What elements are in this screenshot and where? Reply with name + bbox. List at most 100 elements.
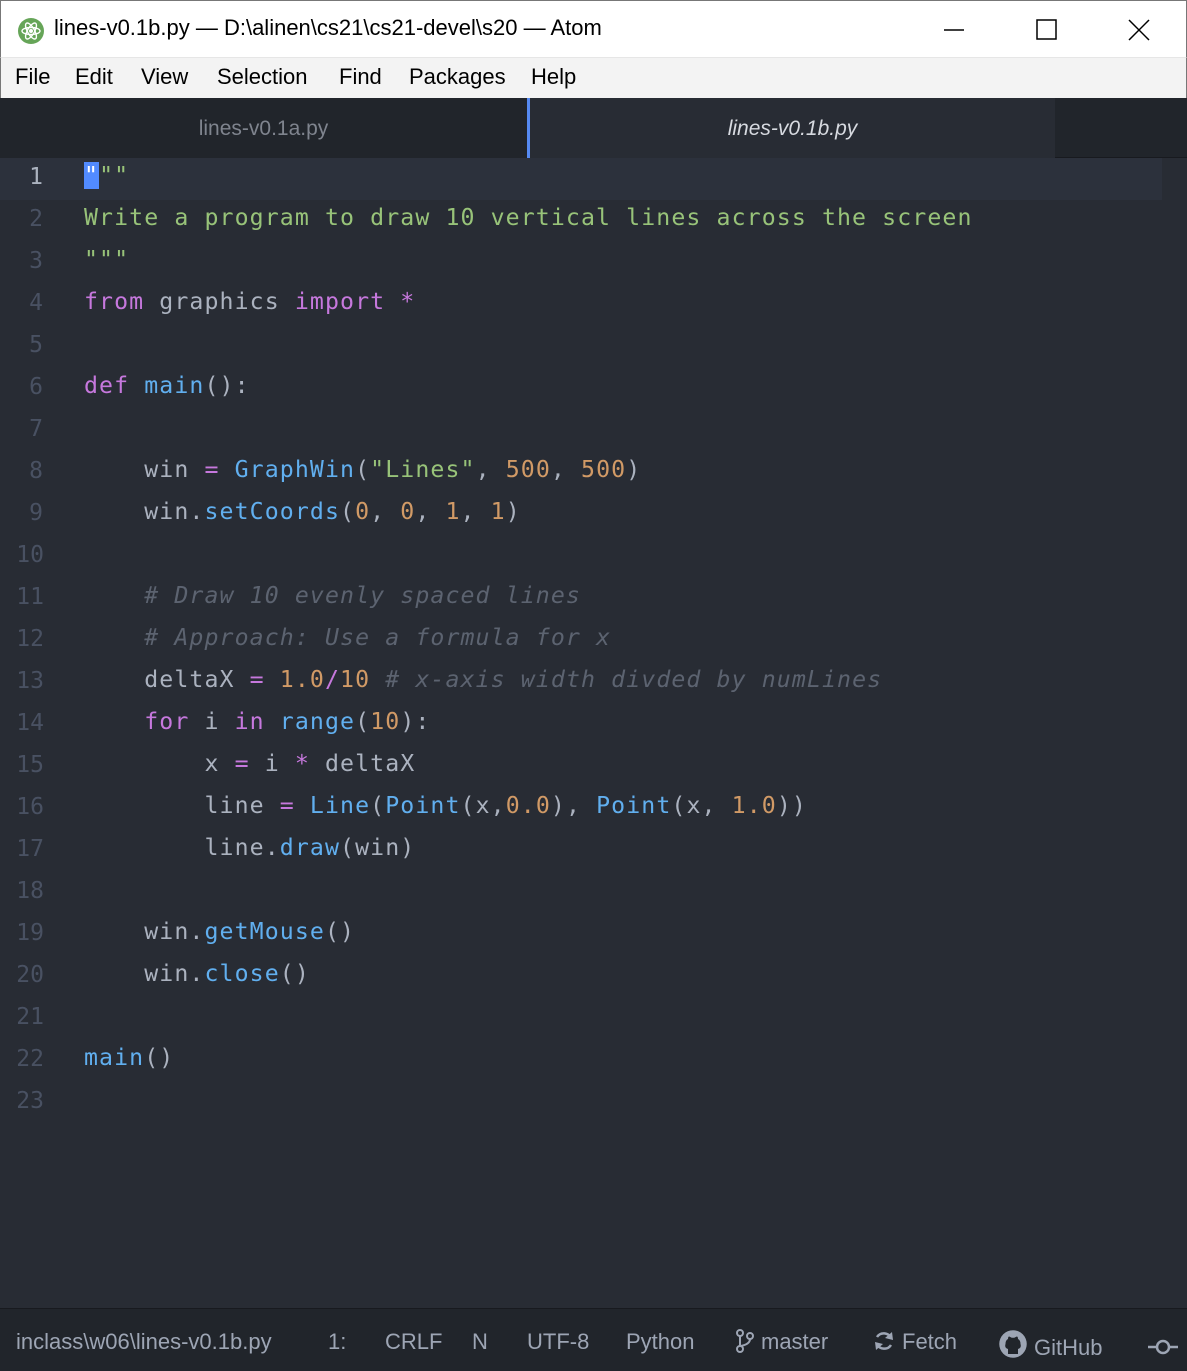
code-number: 10 [370, 708, 401, 735]
code-number: 500 [505, 456, 551, 483]
menu-edit[interactable]: Edit [75, 64, 113, 90]
status-line-ending[interactable]: CRLF [385, 1329, 442, 1355]
menu-help[interactable]: Help [531, 64, 576, 90]
branch-label: master [761, 1329, 829, 1354]
code-punct: ( [340, 498, 356, 525]
editor-scrollbar[interactable] [1162, 158, 1187, 1308]
line-number: 14 [16, 710, 44, 736]
line-number: 16 [16, 794, 44, 820]
status-grammar[interactable]: Python [626, 1329, 695, 1355]
line-number: 18 [16, 878, 44, 904]
window-titlebar: lines-v0.1b.py — D:\alinen\cs21\cs21-dev… [0, 0, 1187, 58]
github-label: GitHub [1034, 1335, 1103, 1360]
code-punct: ( [355, 708, 371, 735]
tab-bar: lines-v0.1a.py lines-v0.1b.py [0, 98, 1187, 158]
code-line-22: main() [84, 1044, 174, 1071]
code-number: 1.0 [279, 666, 325, 693]
sync-icon [875, 1332, 893, 1350]
line-number: 15 [16, 752, 44, 778]
minimize-button[interactable] [909, 1, 1001, 59]
code-text: win. [84, 960, 205, 987]
cursor-line-highlight [0, 158, 1162, 200]
code-punct: ), [550, 792, 597, 819]
code-text: (win) [340, 834, 416, 861]
menu-packages[interactable]: Packages [409, 64, 506, 90]
code-punct: ) [626, 456, 642, 483]
fetch-label: Fetch [902, 1329, 958, 1354]
code-number: 1 [445, 498, 461, 525]
menu-view[interactable]: View [141, 64, 188, 90]
line-number: 11 [16, 584, 44, 610]
code-line-3: """ [84, 246, 130, 273]
code-line-15: x = i * deltaX [84, 750, 415, 777]
line-number: 12 [16, 626, 44, 652]
git-branch-icon [736, 1329, 754, 1353]
code-string: "Lines" [370, 456, 476, 483]
code-line-9: win.setCoords(0, 0, 1, 1) [84, 498, 521, 525]
line-number: 13 [16, 668, 44, 694]
git-commit-icon [1148, 1339, 1178, 1355]
tab-lines-v0-1a[interactable]: lines-v0.1a.py [0, 98, 527, 158]
line-number: 5 [29, 332, 43, 358]
code-number: 1.0 [731, 792, 777, 819]
keyword-import: import [294, 288, 386, 315]
code-line-1: """ [84, 162, 129, 189]
import-star: * [385, 288, 416, 315]
status-file-path[interactable]: inclass\w06\lines-v0.1b.py [16, 1329, 272, 1355]
code-text: line. [84, 834, 280, 861]
code-number: 10 [340, 666, 371, 693]
code-punct: , [415, 498, 446, 525]
docstring-open: """ [84, 162, 129, 189]
code-text: i [189, 708, 235, 735]
status-cursor-position[interactable]: 1: [328, 1329, 346, 1355]
status-encoding[interactable]: UTF-8 [527, 1329, 589, 1355]
code-line-19: win.getMouse() [84, 918, 355, 945]
line-number: 3 [29, 248, 43, 274]
tab-lines-v0-1b[interactable]: lines-v0.1b.py [527, 98, 1055, 158]
menu-bar: File Edit View Selection Find Packages H… [0, 58, 1187, 98]
code-function: Point [596, 792, 672, 819]
menu-file[interactable]: File [15, 64, 50, 90]
code-editor[interactable]: 1 2 3 4 5 6 7 8 9 10 11 12 13 14 15 16 17 18 19 20 21 22 23 ""… [0, 158, 1187, 1308]
close-icon [1128, 19, 1150, 41]
menu-selection[interactable]: Selection [217, 64, 308, 90]
keyword-def: def [84, 372, 130, 399]
code-operator: = [234, 750, 250, 777]
status-fetch[interactable]: Fetch [872, 1329, 957, 1355]
code-punct: )) [776, 792, 807, 819]
github-icon [999, 1330, 1027, 1358]
function-name: main [144, 372, 205, 399]
line-number: 22 [16, 1046, 44, 1072]
code-line-13: deltaX = 1.0/10 # x-axis width divded by… [84, 666, 882, 693]
status-github[interactable]: GitHub [998, 1329, 1102, 1361]
line-number: 6 [29, 374, 43, 400]
code-line-11: # Draw 10 evenly spaced lines [84, 582, 581, 609]
code-operator: = [279, 792, 295, 819]
code-text: line [84, 792, 280, 819]
maximize-icon [1036, 19, 1057, 40]
code-function: range [264, 708, 356, 735]
minimize-icon [944, 29, 964, 31]
close-button[interactable] [1093, 1, 1185, 59]
code-line-6: def main(): [84, 372, 250, 399]
code-line-4: from graphics import * [84, 288, 415, 315]
status-branch[interactable]: master [735, 1329, 828, 1355]
status-indent[interactable]: N [472, 1329, 488, 1355]
code-text: deltaX [84, 666, 250, 693]
line-number: 4 [29, 290, 43, 316]
status-commit-graph[interactable] [1148, 1333, 1184, 1359]
line-number: 7 [29, 416, 43, 442]
line-number: 2 [29, 206, 43, 232]
code-text: (x, [671, 792, 732, 819]
code-number: 0 [355, 498, 371, 525]
code-line-20: win.close() [84, 960, 310, 987]
maximize-button[interactable] [1001, 1, 1093, 59]
code-text: () [144, 1044, 175, 1071]
code-function: draw [279, 834, 341, 861]
code-function: Line [294, 792, 371, 819]
menu-find[interactable]: Find [339, 64, 382, 90]
code-comment: # x-axis width divded by numLines [370, 666, 883, 693]
code-line-16: line = Line(Point(x,0.0), Point(x, 1.0)) [84, 792, 807, 819]
code-line-8: win = GraphWin("Lines", 500, 500) [84, 456, 641, 483]
code-punct: , [475, 456, 506, 483]
